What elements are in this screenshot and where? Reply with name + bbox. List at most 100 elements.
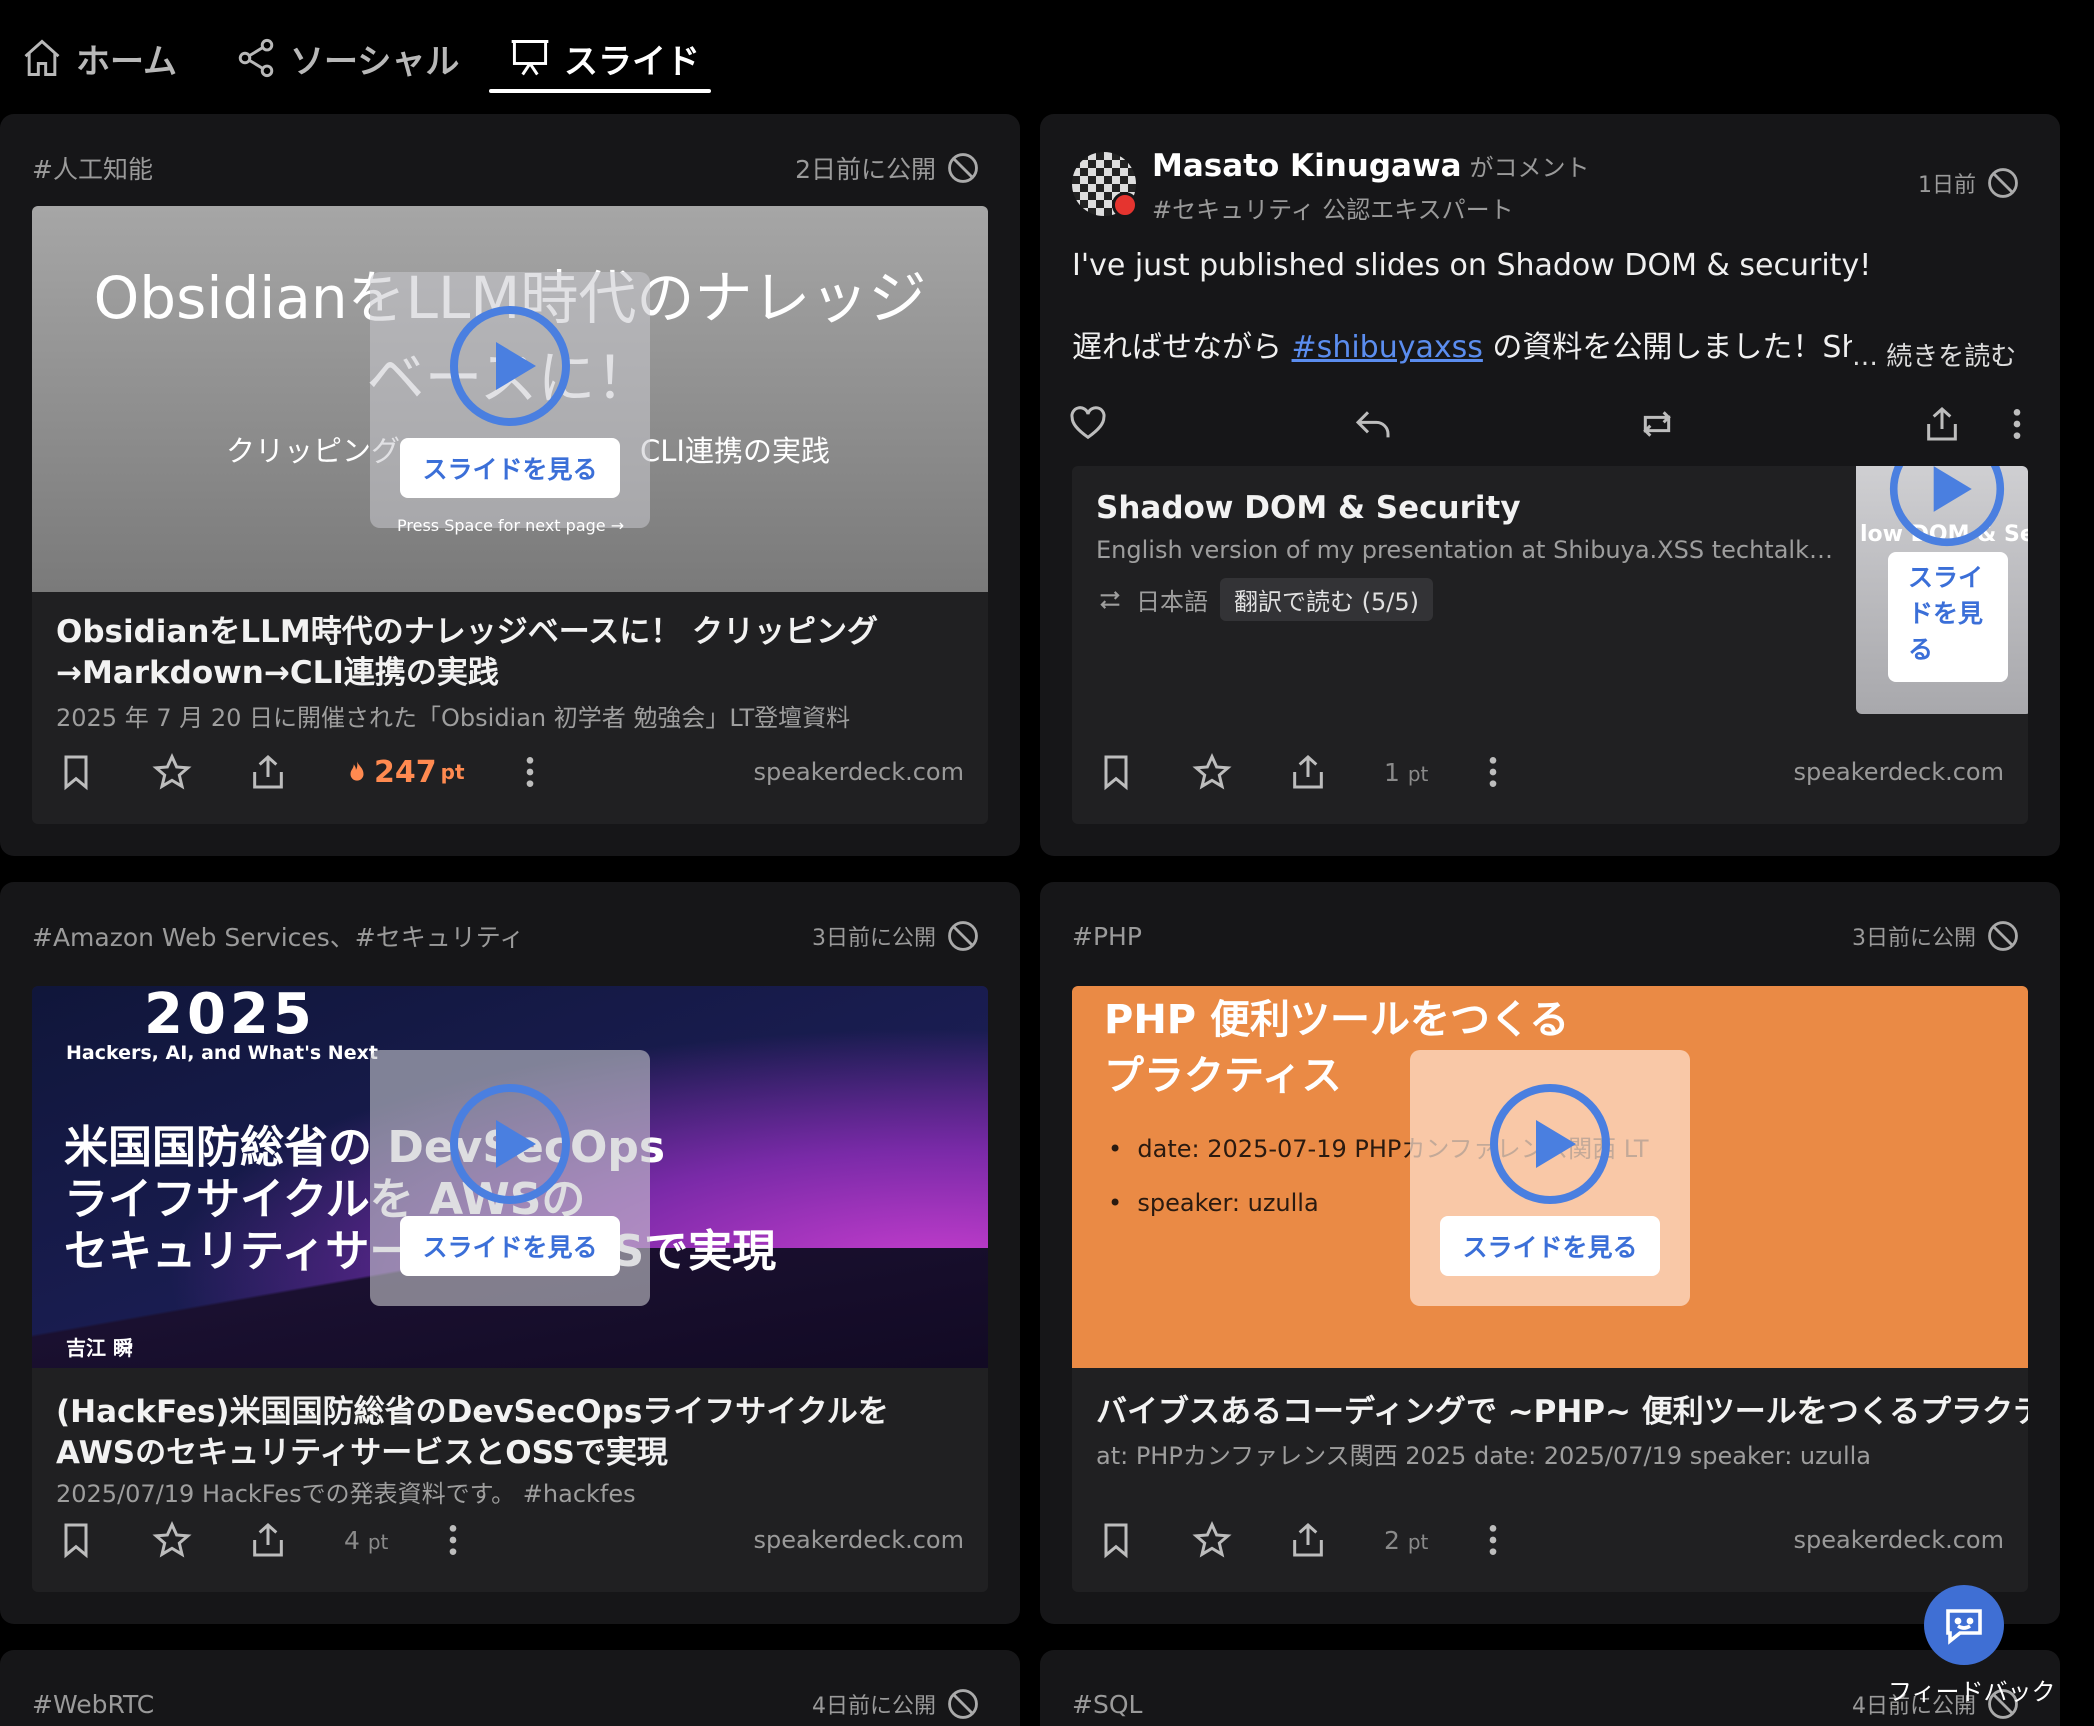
slide-card[interactable]: #PHP 3日前に公開 PHP 便利ツールをつくる プラクティス • date:…	[1040, 882, 2060, 1624]
share-up-icon[interactable]	[1288, 752, 1328, 792]
slide-description: 2025 年 7 月 20 日に開催された「Obsidian 初学者 勉強会」L…	[56, 704, 851, 732]
bookmark-icon[interactable]	[56, 1520, 96, 1560]
slide-embed[interactable]: ObsidianをLLM時代のナレッジ ベースに！ クリッピング CLI連携の実…	[32, 206, 988, 824]
slide-title[interactable]: バイブスあるコーディングで ~PHP~ 便利ツールをつくるプラクティス	[1096, 1392, 2028, 1433]
block-icon[interactable]	[946, 1687, 980, 1721]
reply-icon[interactable]	[1353, 404, 1393, 444]
points-unit: pt	[1407, 1529, 1429, 1554]
slide-card[interactable]: #人工知能 2日前に公開 ObsidianをLLM時代のナレッジ ベースに！ ク…	[0, 114, 1020, 856]
slide-title[interactable]: ObsidianをLLM時代のナレッジベースに！ クリッピング→Markdown…	[56, 612, 964, 694]
star-icon[interactable]	[152, 752, 192, 792]
more-icon[interactable]	[515, 752, 545, 792]
bookmark-icon[interactable]	[56, 752, 96, 792]
share-up-icon[interactable]	[248, 1520, 288, 1560]
feedback-button[interactable]	[1924, 1585, 2004, 1665]
card-header: #WebRTC 4日前に公開	[32, 1680, 980, 1726]
more-icon[interactable]	[438, 1520, 468, 1560]
tag-label[interactable]: #PHP	[1072, 922, 1142, 951]
play-overlay[interactable]: スライドを見る	[370, 1050, 650, 1306]
more-icon[interactable]	[2002, 404, 2032, 444]
feedback-label[interactable]: フィードバック	[1888, 1672, 2056, 1707]
view-slides-button[interactable]: スライドを見る	[1440, 1216, 1660, 1276]
slide-card[interactable]: #WebRTC 4日前に公開	[0, 1650, 1020, 1726]
play-icon[interactable]	[448, 304, 572, 428]
slide-title[interactable]: (HackFes)米国国防総省のDevSecOpsライフサイクルをAWSのセキュ…	[56, 1392, 964, 1474]
points-value: 1	[1384, 757, 1400, 787]
block-icon[interactable]	[1986, 919, 2020, 953]
play-overlay[interactable]: スライドを見る Press Space for next page →	[370, 272, 650, 535]
points-value: 2	[1384, 1525, 1400, 1555]
tab-home[interactable]: ホーム	[20, 26, 177, 90]
translate-button[interactable]: 翻訳で読む (5/5)	[1220, 578, 1433, 621]
action-bar: 4 pt speakerdeck.com	[56, 1512, 964, 1568]
more-icon[interactable]	[1478, 752, 1508, 792]
share-up-icon[interactable]	[1288, 1520, 1328, 1560]
source-domain[interactable]: speakerdeck.com	[754, 1526, 964, 1554]
tag-label[interactable]: #人工知能	[32, 150, 153, 186]
slide-thumbnail[interactable]: low DOM & Secu スライドを見る	[1856, 466, 2028, 714]
slide-thumbnail[interactable]: ObsidianをLLM時代のナレッジ ベースに！ クリッピング CLI連携の実…	[32, 206, 988, 592]
slide-card[interactable]: #Amazon Web Services、#セキュリティ 3日前に公開 2025…	[0, 882, 1020, 1624]
read-more-link[interactable]: … 続きを読む	[1852, 336, 2017, 373]
star-icon[interactable]	[1192, 752, 1232, 792]
points-count: 4 pt	[344, 1526, 388, 1555]
slide-embed[interactable]: 2025 Hackers, AI, and What's Next 米国国防総省…	[32, 986, 988, 1592]
more-icon[interactable]	[1478, 1520, 1508, 1560]
top-nav: ホーム ソーシャル スライド	[0, 0, 2094, 110]
view-slides-button[interactable]: スライドを見る	[400, 438, 620, 498]
view-slides-button[interactable]: スライドを見る	[1888, 552, 2008, 682]
tag-label[interactable]: #WebRTC	[32, 1690, 154, 1719]
slide-thumbnail[interactable]: PHP 便利ツールをつくる プラクティス • date: 2025-07-19 …	[1072, 986, 2028, 1368]
points-unit: pt	[1407, 761, 1429, 786]
slide-embed[interactable]: PHP 便利ツールをつくる プラクティス • date: 2025-07-19 …	[1072, 986, 2028, 1592]
action-bar: 2 pt speakerdeck.com	[1096, 1512, 2004, 1568]
bookmark-icon[interactable]	[1096, 752, 1136, 792]
play-icon[interactable]	[1888, 466, 2006, 548]
tab-social[interactable]: ソーシャル	[234, 26, 459, 90]
play-icon[interactable]	[1488, 1082, 1612, 1206]
star-icon[interactable]	[152, 1520, 192, 1560]
slide-title[interactable]: Shadow DOM & Security	[1096, 490, 1521, 526]
source-domain[interactable]: speakerdeck.com	[1794, 1526, 2004, 1554]
star-icon[interactable]	[1192, 1520, 1232, 1560]
presentation-icon	[511, 40, 549, 76]
source-domain[interactable]: speakerdeck.com	[754, 758, 964, 786]
comment-text-line: I've just published slides on Shadow DOM…	[1072, 248, 1872, 283]
share-up-icon[interactable]	[1922, 404, 1962, 444]
action-bar: 1 pt speakerdeck.com	[1096, 744, 2004, 800]
block-icon[interactable]	[946, 151, 980, 185]
source-domain[interactable]: speakerdeck.com	[1794, 758, 2004, 786]
card-header: #Amazon Web Services、#セキュリティ 3日前に公開	[32, 912, 980, 960]
points-unit: pt	[367, 1529, 389, 1554]
thumb-hint: Press Space for next page →	[397, 516, 625, 535]
tab-label: ソーシャル	[290, 41, 460, 82]
expert-label[interactable]: #セキュリティ 公認エキスパート	[1152, 190, 1514, 225]
share-up-icon[interactable]	[248, 752, 288, 792]
slide-embed[interactable]: Shadow DOM & Security English version of…	[1072, 466, 2028, 824]
block-icon[interactable]	[946, 919, 980, 953]
thumb-tagline: Hackers, AI, and What's Next	[66, 1042, 378, 1064]
bookmark-icon[interactable]	[1096, 1520, 1136, 1560]
play-overlay[interactable]: スライドを見る	[1410, 1050, 1690, 1306]
points-unit: pt	[440, 760, 465, 784]
published-time: 2日前に公開	[795, 155, 936, 184]
author-action: がコメント	[1469, 154, 1590, 182]
tag-label[interactable]: #SQL	[1072, 1690, 1142, 1719]
author-name[interactable]: Masato Kinugawa	[1152, 148, 1462, 184]
slide-description: 2025/07/19 HackFesでの発表資料です。 #hackfes	[56, 1480, 636, 1508]
play-icon[interactable]	[448, 1082, 572, 1206]
points-value: 247	[374, 754, 437, 790]
points-count: 247 pt	[344, 755, 465, 790]
comment-actions	[1068, 396, 2032, 452]
repost-icon[interactable]	[1637, 404, 1677, 444]
hashtag-link[interactable]: #shibuyaxss	[1292, 330, 1483, 365]
tag-label[interactable]: #Amazon Web Services、#セキュリティ	[32, 918, 524, 954]
slide-thumbnail[interactable]: 2025 Hackers, AI, and What's Next 米国国防総省…	[32, 986, 988, 1368]
comment-card[interactable]: Masato Kinugawa がコメント #セキュリティ 公認エキスパート 1…	[1040, 114, 2060, 856]
block-icon[interactable]	[1986, 166, 2020, 200]
view-slides-button[interactable]: スライドを見る	[400, 1216, 620, 1276]
heart-icon[interactable]	[1068, 404, 1108, 444]
thumb-title-line: PHP 便利ツールをつくる	[1104, 997, 1570, 1043]
tab-slides[interactable]: スライド	[508, 26, 700, 90]
translate-arrows-icon	[1100, 590, 1120, 609]
